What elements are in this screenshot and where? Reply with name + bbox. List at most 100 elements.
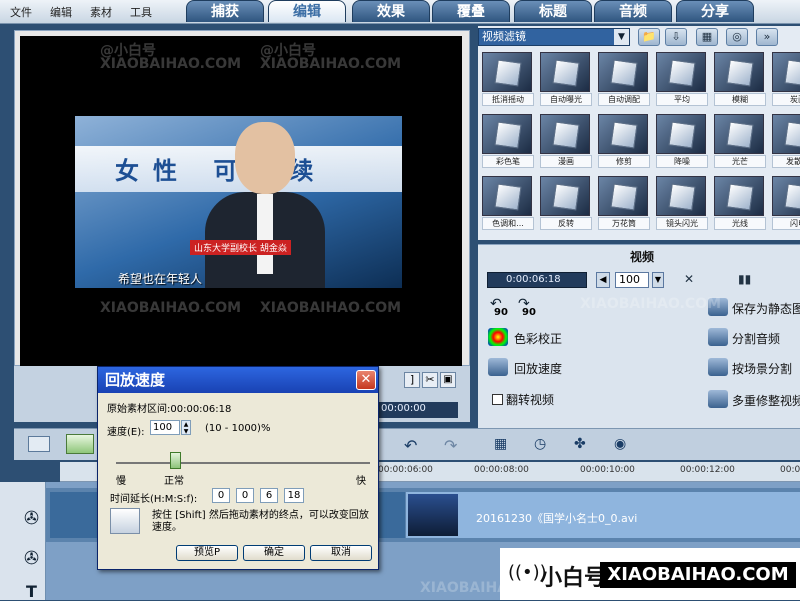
surround-icon[interactable]: ◉	[614, 436, 626, 452]
filter-label: 抵消摇动	[482, 93, 534, 106]
color-correction-option[interactable]: 色彩校正	[514, 330, 562, 347]
original-duration-text: 原始素材区间:00:00:06:18	[107, 404, 232, 415]
split-by-scene-option[interactable]: 按场景分割	[732, 360, 792, 377]
chevron-down-icon[interactable]: ▼	[614, 29, 629, 45]
menu-tools[interactable]: 工具	[130, 4, 152, 20]
undo-icon[interactable]: ↶	[404, 436, 417, 455]
speed-slider-thumb[interactable]	[170, 452, 181, 469]
fullscreen-icon[interactable]: ▣	[440, 372, 456, 388]
video-frame: 女性 可持续	[75, 116, 402, 288]
filter-thumbnail[interactable]: 镜头闪光	[656, 176, 708, 232]
tool-icon-1[interactable]: ▦	[494, 436, 507, 452]
split-audio-option[interactable]: 分割音频	[732, 330, 780, 347]
filter-thumbnail[interactable]: 反转	[540, 176, 592, 232]
title-track-icon[interactable]: T	[26, 582, 37, 601]
filter-thumbnail[interactable]: 抵消摇动	[482, 52, 534, 108]
time-second-input[interactable]: 6	[260, 488, 278, 503]
save-still-option[interactable]: 保存为静态图	[732, 300, 800, 317]
tab-audio[interactable]: 音频	[594, 0, 672, 22]
speed-icon[interactable]	[488, 358, 508, 376]
speed-input[interactable]: 100	[150, 420, 180, 435]
filter-thumbnail[interactable]: 平均	[656, 52, 708, 108]
audio-fade-icon[interactable]: ▮▮	[738, 272, 751, 286]
filter-thumbnail[interactable]: 自动曝光	[540, 52, 592, 108]
volume-dropdown-icon[interactable]: ▼	[652, 272, 664, 288]
close-icon[interactable]: ✕	[356, 370, 376, 390]
filter-label: 光芒	[714, 155, 766, 168]
expand-icon[interactable]: »	[756, 28, 778, 46]
filter-thumbnail[interactable]: 漫画	[540, 114, 592, 170]
playback-speed-option[interactable]: 回放速度	[514, 360, 562, 377]
folder-icon[interactable]: 📁	[638, 28, 660, 46]
filter-thumbnail[interactable]: 光线	[714, 176, 766, 232]
time-minute-input[interactable]: 0	[236, 488, 254, 503]
menu-clip[interactable]: 素材	[90, 4, 112, 20]
multi-trim-option[interactable]: 多重修整视频	[732, 392, 800, 409]
options-icon[interactable]: ◎	[726, 28, 748, 46]
filter-label: 自动曝光	[540, 93, 592, 106]
clock-icon[interactable]: ◷	[534, 436, 546, 452]
filter-label: 发散光	[772, 155, 800, 168]
multi-trim-icon[interactable]	[708, 390, 728, 408]
preview-button[interactable]: 预览P	[176, 545, 238, 561]
filter-thumbnail[interactable]: 光芒	[714, 114, 766, 170]
overlay-track-icon[interactable]: ✇	[24, 548, 39, 569]
menu-file[interactable]: 文件	[10, 4, 32, 20]
cancel-button[interactable]: 取消	[310, 545, 372, 561]
filter-label: 彩色笔	[482, 155, 534, 168]
mix-icon[interactable]: ✤	[574, 436, 586, 452]
filter-category-select[interactable]: 视频滤镜	[478, 28, 630, 46]
video-track-icon[interactable]: ✇	[24, 508, 39, 529]
filter-thumbnail[interactable]: 炭画	[772, 52, 800, 108]
filter-thumbnail[interactable]: 模糊	[714, 52, 766, 108]
flip-checkbox[interactable]	[492, 394, 503, 405]
color-wheel-icon[interactable]	[488, 328, 508, 346]
tab-title[interactable]: 标题	[514, 0, 592, 22]
cut-icon[interactable]: ✂	[422, 372, 438, 388]
duration-field[interactable]: 0:00:06:18	[487, 272, 587, 288]
timeline-view-icon[interactable]	[66, 434, 94, 454]
redo-icon[interactable]: ↷	[444, 436, 457, 455]
ok-button[interactable]: 确定	[243, 545, 305, 561]
banner-en-text: XIAOBAIHAO.COM	[600, 562, 796, 588]
save-still-icon[interactable]	[708, 298, 728, 316]
filter-thumbnail[interactable]: 自动调配	[598, 52, 650, 108]
speed-spinner[interactable]: ▲ ▼	[181, 420, 191, 435]
filter-label: 闪电	[772, 217, 800, 230]
filter-label: 模糊	[714, 93, 766, 106]
scene-split-icon[interactable]	[708, 358, 728, 376]
filter-label: 漫画	[540, 155, 592, 168]
shift-hint-text: 按住 [Shift] 然后拖动素材的终点，可以改变回放速度。	[152, 510, 369, 533]
filter-thumbnail[interactable]: 修剪	[598, 114, 650, 170]
import-icon[interactable]: ⇩	[665, 28, 687, 46]
tab-capture[interactable]: 捕获	[186, 0, 264, 22]
filter-thumbnail[interactable]: 发散光	[772, 114, 800, 170]
preview-timecode[interactable]: 00:00:00	[378, 402, 458, 418]
tab-effect[interactable]: 效果	[352, 0, 430, 22]
volume-input[interactable]: 100	[615, 272, 649, 288]
mark-out-button[interactable]: ]	[404, 372, 420, 388]
grid-icon[interactable]: ▦	[696, 28, 718, 46]
time-hour-input[interactable]: 0	[212, 488, 230, 503]
speaker-icon[interactable]: ◀	[596, 272, 610, 288]
filter-label: 平均	[656, 93, 708, 106]
speed-slider-track[interactable]	[116, 462, 370, 464]
tab-overlay[interactable]: 覆叠	[432, 0, 510, 22]
filter-thumbnail[interactable]: 彩色笔	[482, 114, 534, 170]
banner-cn-text: 小白号	[540, 566, 607, 591]
menu-edit[interactable]: 编辑	[50, 4, 72, 20]
filter-thumbnail[interactable]: 色调和...	[482, 176, 534, 232]
split-audio-icon[interactable]	[708, 328, 728, 346]
filter-label: 万花筒	[598, 217, 650, 230]
filter-thumbnail[interactable]: 降噪	[656, 114, 708, 170]
filter-thumbnail[interactable]: 闪电	[772, 176, 800, 232]
storyboard-view-icon[interactable]	[28, 436, 50, 452]
tab-share[interactable]: 分享	[676, 0, 754, 22]
time-frame-input[interactable]: 18	[284, 488, 304, 503]
filter-label: 降噪	[656, 155, 708, 168]
tab-edit[interactable]: 编辑	[268, 0, 346, 22]
normal-label: 正常	[164, 476, 184, 487]
mute-icon[interactable]: ✕	[684, 272, 694, 286]
filter-thumbnail[interactable]: 万花筒	[598, 176, 650, 232]
name-caption: 山东大学副校长 胡金焱	[190, 240, 291, 255]
